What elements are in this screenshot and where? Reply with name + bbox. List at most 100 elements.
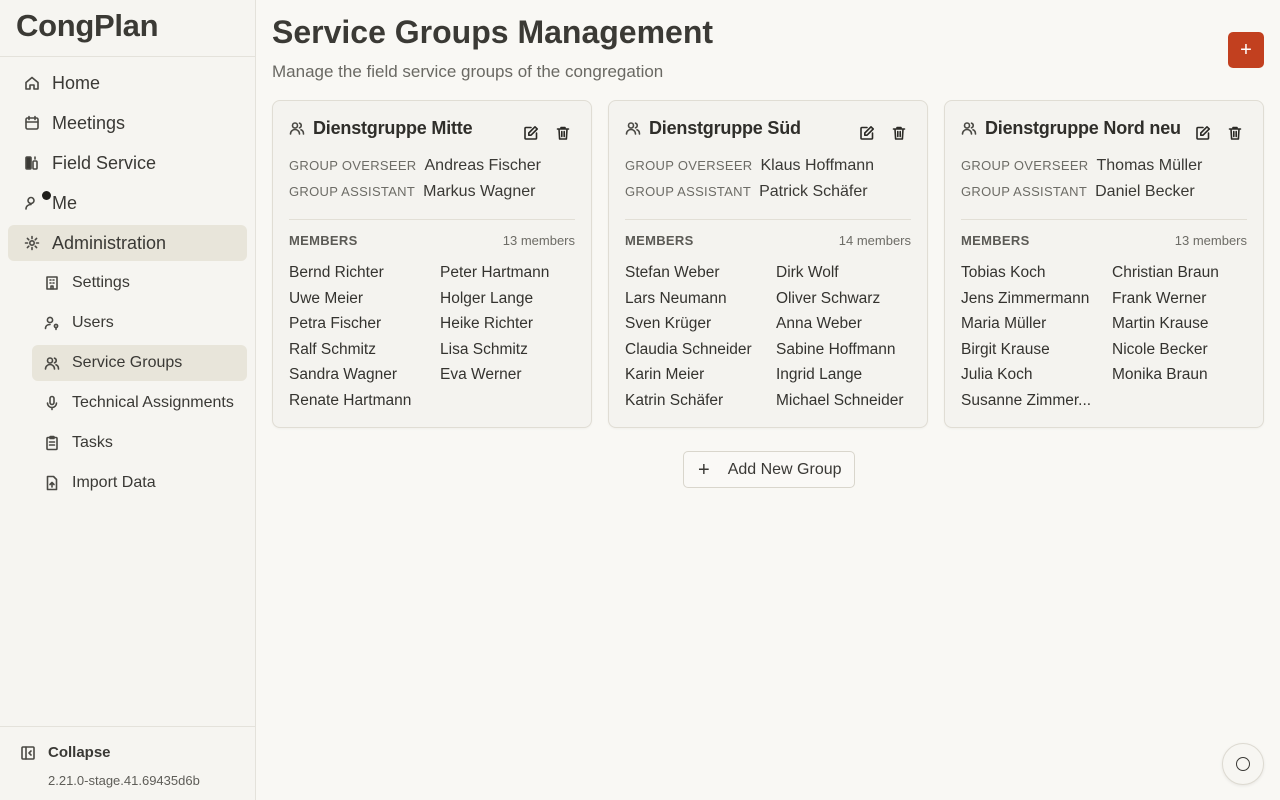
group-card: Dienstgruppe Mitte GROUP OVERSEER Andreas… (272, 100, 592, 428)
member-name: Anna Weber (776, 315, 862, 333)
sidebar: CongPlan Home Meetings Field Service Me … (0, 0, 256, 800)
sidebar-item-administration[interactable]: Administration (8, 225, 247, 261)
circle-icon (1236, 757, 1250, 771)
add-new-group-button[interactable]: + Add New Group (683, 451, 855, 488)
plus-icon: + (698, 458, 710, 481)
member-name: Sabine Hoffmann (776, 340, 896, 358)
sidebar-item-field-service[interactable]: Field Service (8, 145, 247, 181)
page-title: Service Groups Management (272, 14, 714, 50)
gear-icon (24, 235, 40, 251)
member-name: Lisa Schmitz (440, 340, 528, 358)
trash-icon[interactable] (887, 121, 911, 145)
sidebar-item-users[interactable]: Users (32, 305, 247, 341)
sidebar-item-label: Import Data (72, 474, 156, 491)
assistant-name: Markus Wagner (423, 183, 536, 200)
add-group-icon-button[interactable]: + (1228, 32, 1264, 68)
divider (625, 219, 911, 220)
sidebar-item-me[interactable]: Me (8, 185, 247, 221)
member-name: Frank Werner (1112, 289, 1207, 307)
help-circle-button[interactable] (1222, 743, 1264, 785)
sidebar-item-import-data[interactable]: Import Data (32, 465, 247, 501)
edit-icon[interactable] (519, 121, 543, 145)
member-name: Peter Hartmann (440, 264, 550, 281)
member-name: Karin Meier (625, 366, 705, 384)
sidebar-item-label: Me (52, 192, 78, 213)
file-import-icon (44, 475, 60, 491)
member-name: Martin Krause (1112, 315, 1209, 333)
assistant-name: Daniel Becker (1095, 183, 1195, 200)
members-label: MEMBERS (625, 232, 694, 248)
sidebar-item-label: Technical Assignments (72, 394, 234, 411)
admin-submenu: Settings Users Service Groups Technical … (8, 265, 247, 501)
member-name: Monika Braun (1112, 366, 1208, 384)
main-nav: Home Meetings Field Service Me Administr… (0, 57, 255, 501)
member-name: Birgit Krause (961, 340, 1050, 358)
sidebar-item-settings[interactable]: Settings (32, 265, 247, 301)
group-card: Dienstgruppe Süd GROUP OVERSEER Klaus Hof… (608, 100, 928, 428)
group-name: Dienstgruppe Süd (649, 117, 801, 138)
sidebar-item-label: Service Groups (72, 354, 183, 371)
add-new-group-label: Add New Group (727, 460, 842, 478)
member-name: Susanne Zimmer... (961, 391, 1092, 409)
clipboard-icon (44, 435, 60, 451)
microphone-icon (44, 395, 60, 411)
users-icon (44, 355, 60, 371)
sidebar-item-label: Administration (52, 232, 167, 253)
divider (961, 219, 1247, 220)
members-count: 14 members (838, 232, 911, 248)
app-version: 2.21.0-stage.41.69435d6b (48, 773, 200, 788)
member-name: Lars Neumann (625, 289, 727, 307)
sidebar-item-label: Settings (72, 274, 130, 291)
main-content: Service Groups Management Manage the fie… (256, 0, 1280, 800)
sidebar-item-meetings[interactable]: Meetings (8, 105, 247, 141)
member-name: Sandra Wagner (289, 366, 397, 384)
sidebar-item-label: Tasks (72, 434, 113, 451)
overseer-name: Klaus Hoffmann (760, 157, 875, 174)
member-name: Jens Zimmermann (961, 289, 1090, 307)
building-icon (44, 275, 60, 291)
collapse-label: Collapse (48, 744, 111, 761)
calendar-icon (24, 115, 40, 131)
member-list: Stefan Weber Dirk Wolf Lars Neumann Oliv… (625, 260, 911, 414)
sidebar-item-service-groups[interactable]: Service Groups (32, 345, 247, 381)
notification-dot (42, 191, 51, 200)
users-icon (289, 120, 305, 136)
member-name: Sven Krüger (625, 315, 712, 333)
trash-icon[interactable] (1223, 121, 1247, 145)
group-card: Dienstgruppe Nord neu GROUP OVERSEER Thom… (944, 100, 1264, 428)
sidebar-item-label: Users (72, 314, 114, 331)
member-name: Bernd Richter (289, 264, 384, 281)
member-list: Bernd Richter Peter Hartmann Uwe Meier H… (289, 260, 575, 414)
users-icon (625, 120, 641, 136)
sidebar-item-label: Field Service (52, 152, 157, 173)
member-name: Heike Richter (440, 315, 534, 333)
sidebar-item-home[interactable]: Home (8, 65, 247, 101)
member-name: Claudia Schneider (625, 340, 752, 358)
edit-icon[interactable] (1191, 121, 1215, 145)
sidebar-item-label: Meetings (52, 112, 126, 133)
edit-icon[interactable] (855, 121, 879, 145)
assistant-label: GROUP ASSISTANT (961, 184, 1088, 199)
app-logo[interactable]: CongPlan (0, 0, 255, 57)
field-service-icon (24, 155, 40, 171)
member-name: Maria Müller (961, 315, 1047, 333)
member-name: Ralf Schmitz (289, 340, 376, 358)
users-icon (961, 120, 977, 136)
home-icon (24, 75, 40, 91)
sidebar-item-tasks[interactable]: Tasks (32, 425, 247, 461)
member-list: Tobias Koch Christian Braun Jens Zimmerm… (961, 260, 1247, 414)
assistant-name: Patrick Schäfer (759, 183, 868, 200)
collapse-sidebar-icon (20, 745, 36, 761)
member-name: Julia Koch (961, 366, 1033, 384)
user-icon (24, 195, 40, 211)
overseer-name: Andreas Fischer (424, 157, 542, 174)
trash-icon[interactable] (551, 121, 575, 145)
member-name: Michael Schneider (776, 391, 904, 409)
sidebar-item-technical-assignments[interactable]: Technical Assignments (32, 385, 247, 421)
member-name: Petra Fischer (289, 315, 382, 333)
member-name: Nicole Becker (1112, 340, 1208, 358)
group-cards: Dienstgruppe Mitte GROUP OVERSEER Andreas… (272, 100, 1264, 428)
group-name: Dienstgruppe Mitte (313, 117, 473, 138)
member-name: Holger Lange (440, 289, 534, 307)
collapse-button[interactable]: Collapse (0, 727, 255, 761)
